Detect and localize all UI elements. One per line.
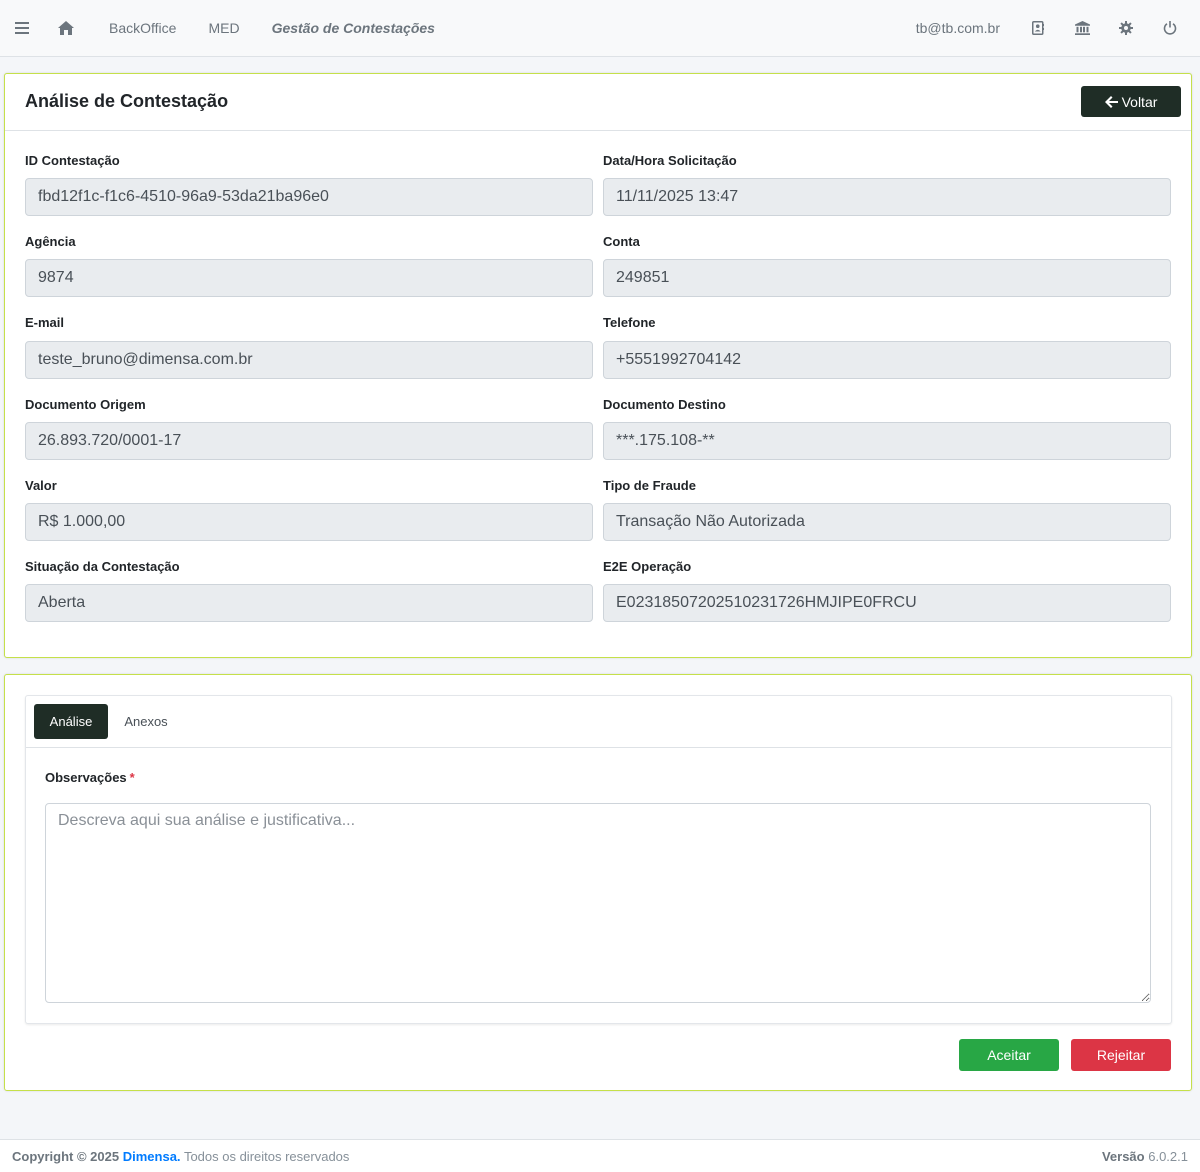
nav-right: tb@tb.com.br xyxy=(900,0,1200,56)
footer-copyright: Copyright © 2025 xyxy=(12,1148,120,1164)
field-label-id: ID Contestação xyxy=(25,153,120,168)
back-button-label: Voltar xyxy=(1121,93,1158,110)
gear-icon[interactable] xyxy=(1104,0,1148,56)
footer-brand-link[interactable]: Dimensa. xyxy=(123,1149,181,1164)
field-label-agencia: Agência xyxy=(25,234,76,249)
arrow-left-icon xyxy=(1104,95,1118,108)
back-button[interactable]: Voltar xyxy=(1081,86,1181,117)
footer: Copyright © 2025 Dimensa. Todos os direi… xyxy=(0,1139,1200,1172)
observacoes-textarea[interactable] xyxy=(45,803,1151,1003)
field-label-conta: Conta xyxy=(603,234,640,249)
tabs-card: Análise Anexos Observações * xyxy=(25,695,1172,1024)
nav-left: BackOffice MED Gestão de Contestações xyxy=(0,0,451,56)
power-icon[interactable] xyxy=(1148,0,1192,56)
field-label-doc-origem: Documento Origem xyxy=(25,397,146,412)
field-telefone: +5551992704142 xyxy=(603,341,1171,379)
tabs-bar: Análise Anexos xyxy=(26,696,1171,748)
contestation-details-card: Análise de Contestação Voltar ID Contest… xyxy=(4,73,1192,658)
field-tipo-fraude: Transação Não Autorizada xyxy=(603,503,1171,541)
field-label-situacao: Situação da Contestação xyxy=(25,559,180,574)
tab-anexos[interactable]: Anexos xyxy=(116,704,176,739)
footer-version-number: 6.0.2.1 xyxy=(1148,1148,1188,1164)
field-label-telefone: Telefone xyxy=(603,315,656,330)
field-datetime: 11/11/2025 13:47 xyxy=(603,178,1171,216)
field-label-e2e: E2E Operação xyxy=(603,559,692,574)
footer-left: Copyright © 2025 Dimensa. Todos os direi… xyxy=(12,1149,349,1164)
field-label-doc-destino: Documento Destino xyxy=(603,397,726,412)
footer-version-label: Versão xyxy=(1101,1148,1145,1164)
nav-link-backoffice[interactable]: BackOffice xyxy=(88,0,192,57)
field-label-email: E-mail xyxy=(25,315,65,330)
home-icon[interactable] xyxy=(44,0,88,56)
accept-button[interactable]: Aceitar xyxy=(959,1039,1059,1071)
field-situacao: Aberta xyxy=(25,584,593,622)
required-marker: * xyxy=(129,770,135,785)
footer-rights: Todos os direitos reservados xyxy=(183,1148,350,1164)
page-title: Análise de Contestação xyxy=(25,91,229,111)
contact-book-icon[interactable] xyxy=(1016,0,1060,56)
field-e2e: E02318507202510231726HMJIPE0FRCU xyxy=(603,584,1171,622)
field-email: teste_bruno@dimensa.com.br xyxy=(25,341,593,379)
field-doc-origem: 26.893.720/0001-17 xyxy=(25,422,593,460)
reject-button[interactable]: Rejeitar xyxy=(1071,1039,1171,1071)
field-agencia: 9874 xyxy=(25,259,593,297)
bank-icon[interactable] xyxy=(1060,0,1104,56)
tab-analise[interactable]: Análise xyxy=(34,704,108,739)
field-doc-destino: ***.175.108-** xyxy=(603,422,1171,460)
top-navbar: BackOffice MED Gestão de Contestações tb… xyxy=(0,0,1200,57)
observacoes-label-text: Observações xyxy=(45,770,127,785)
analysis-card: Análise Anexos Observações* Aceitar Reje… xyxy=(4,674,1192,1091)
field-id-contestacao: fbd12f1c-f1c6-4510-96a9-53da21ba96e0 xyxy=(25,178,593,216)
footer-version: Versão 6.0.2.1 xyxy=(1102,1149,1188,1164)
user-email[interactable]: tb@tb.com.br xyxy=(900,20,1016,36)
card-header: Análise de Contestação Voltar xyxy=(5,74,1191,131)
observacoes-label: Observações * xyxy=(45,770,135,785)
field-label-tipo-fraude: Tipo de Fraude xyxy=(603,478,696,493)
field-valor: R$ 1.000,00 xyxy=(25,503,593,541)
field-conta: 249851 xyxy=(603,259,1171,297)
nav-link-current[interactable]: Gestão de Contestações xyxy=(256,0,451,57)
nav-link-med[interactable]: MED xyxy=(192,0,255,57)
field-label-datetime: Data/Hora Solicitação xyxy=(603,153,737,168)
hamburger-icon[interactable] xyxy=(0,0,44,56)
field-label-valor: Valor xyxy=(25,478,57,493)
